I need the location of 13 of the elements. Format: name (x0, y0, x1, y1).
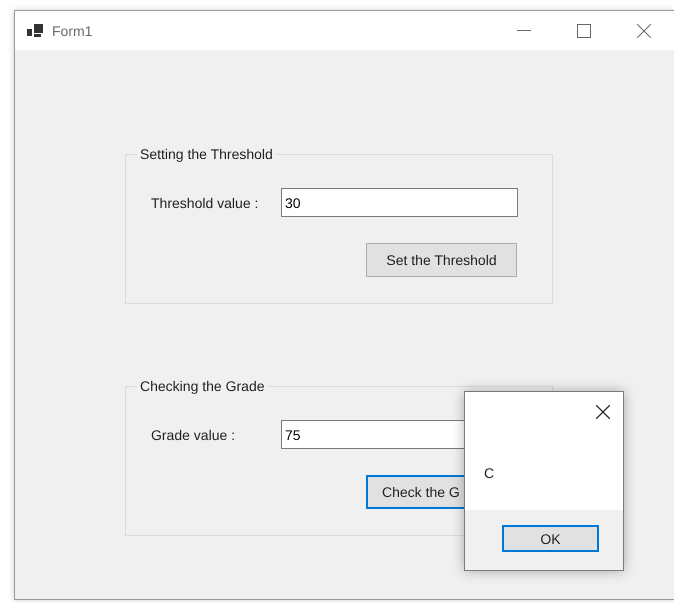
app-icon (27, 24, 44, 38)
field-label: Threshold value : (151, 194, 260, 210)
close-icon (637, 24, 651, 38)
group-title: Checking the Grade (139, 378, 266, 394)
maximize-icon (577, 24, 591, 38)
group-title: Setting the Threshold (139, 146, 274, 162)
input-field[interactable]: 30 (281, 188, 518, 217)
window-title: Form1 (52, 22, 92, 38)
ok-button[interactable]: OK (502, 525, 599, 552)
field-label: Grade value : (151, 426, 236, 442)
minimize-icon (517, 30, 531, 32)
action-button[interactable]: Set the Threshold (366, 243, 517, 277)
close-icon[interactable] (596, 405, 610, 419)
